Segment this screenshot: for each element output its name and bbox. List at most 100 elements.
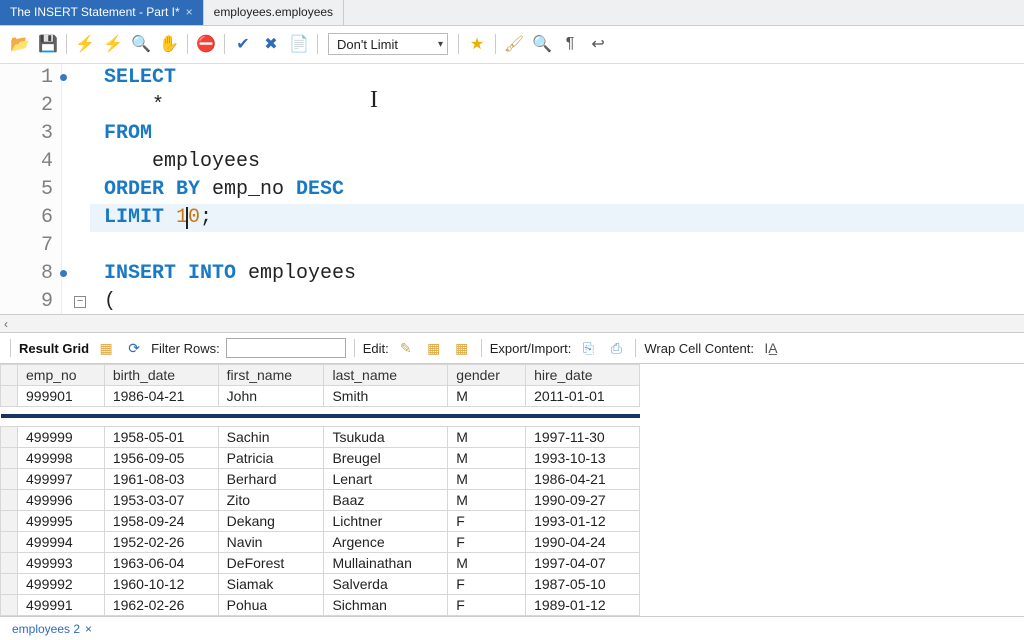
- beautify-icon[interactable]: 🖌: [502, 32, 526, 56]
- add-row-icon[interactable]: ▦: [423, 337, 445, 359]
- cell[interactable]: 1990-04-24: [526, 532, 640, 553]
- cell[interactable]: 1963-06-04: [104, 553, 218, 574]
- code-line[interactable]: LIMIT 10;: [104, 204, 1024, 232]
- cell[interactable]: Argence: [324, 532, 448, 553]
- cell[interactable]: 999901: [18, 386, 105, 407]
- cell[interactable]: Tsukuda: [324, 427, 448, 448]
- code-line[interactable]: INSERT INTO employees: [104, 260, 1024, 288]
- row-header[interactable]: [1, 448, 18, 469]
- column-header[interactable]: gender: [448, 365, 526, 386]
- close-icon[interactable]: ×: [186, 5, 193, 19]
- cell[interactable]: Sachin: [218, 427, 324, 448]
- code-line[interactable]: *: [104, 92, 1024, 120]
- cell[interactable]: 1997-11-30: [526, 427, 640, 448]
- cell[interactable]: Navin: [218, 532, 324, 553]
- cell[interactable]: Siamak: [218, 574, 324, 595]
- cell[interactable]: Lenart: [324, 469, 448, 490]
- cell[interactable]: M: [448, 427, 526, 448]
- table-row[interactable]: 4999931963-06-04DeForestMullainathanM199…: [1, 553, 640, 574]
- row-header[interactable]: [1, 469, 18, 490]
- cell[interactable]: 1956-09-05: [104, 448, 218, 469]
- cell[interactable]: 1993-01-12: [526, 511, 640, 532]
- toggle-autocommit-icon[interactable]: ⛔: [194, 32, 218, 56]
- cell[interactable]: 499998: [18, 448, 105, 469]
- row-limit-select[interactable]: Don't Limit ▾: [328, 33, 448, 55]
- cell[interactable]: F: [448, 595, 526, 616]
- delete-row-icon[interactable]: ▦: [451, 337, 473, 359]
- table-row[interactable]: 4999981956-09-05PatriciaBreugelM1993-10-…: [1, 448, 640, 469]
- execute-current-icon[interactable]: ⚡: [101, 32, 125, 56]
- cell[interactable]: 1989-01-12: [526, 595, 640, 616]
- cell[interactable]: 499995: [18, 511, 105, 532]
- cell[interactable]: M: [448, 469, 526, 490]
- cell[interactable]: Baaz: [324, 490, 448, 511]
- cell[interactable]: 499991: [18, 595, 105, 616]
- refresh-icon[interactable]: ⟳: [123, 337, 145, 359]
- cell[interactable]: 499993: [18, 553, 105, 574]
- cell[interactable]: F: [448, 511, 526, 532]
- cell[interactable]: 1997-04-07: [526, 553, 640, 574]
- cell[interactable]: 1993-10-13: [526, 448, 640, 469]
- cell[interactable]: 1986-04-21: [104, 386, 218, 407]
- cell[interactable]: 499994: [18, 532, 105, 553]
- find-icon[interactable]: 🔍: [530, 32, 554, 56]
- show-invisible-icon[interactable]: ¶: [558, 32, 582, 56]
- cell[interactable]: Zito: [218, 490, 324, 511]
- column-header[interactable]: hire_date: [526, 365, 640, 386]
- cell[interactable]: 1958-09-24: [104, 511, 218, 532]
- cell[interactable]: 1986-04-21: [526, 469, 640, 490]
- row-header[interactable]: [1, 427, 18, 448]
- horizontal-scrollbar[interactable]: ‹: [0, 314, 1024, 332]
- row-header[interactable]: [1, 511, 18, 532]
- table-row[interactable]: 9999011986-04-21JohnSmithM2011-01-01: [1, 386, 640, 407]
- cell[interactable]: John: [218, 386, 324, 407]
- cell[interactable]: Pohua: [218, 595, 324, 616]
- cell[interactable]: 2011-01-01: [526, 386, 640, 407]
- cell[interactable]: Salverda: [324, 574, 448, 595]
- column-header[interactable]: birth_date: [104, 365, 218, 386]
- result-grid[interactable]: emp_nobirth_datefirst_namelast_namegende…: [0, 364, 640, 616]
- cell[interactable]: 1960-10-12: [104, 574, 218, 595]
- cell[interactable]: Smith: [324, 386, 448, 407]
- row-header[interactable]: [1, 574, 18, 595]
- document-tab[interactable]: The INSERT Statement - Part I*×: [0, 0, 204, 25]
- cell[interactable]: 1961-08-03: [104, 469, 218, 490]
- edit-row-icon[interactable]: ✎: [395, 337, 417, 359]
- cell[interactable]: M: [448, 553, 526, 574]
- cell[interactable]: 1987-05-10: [526, 574, 640, 595]
- save-file-icon[interactable]: 💾: [36, 32, 60, 56]
- cell[interactable]: Sichman: [324, 595, 448, 616]
- code-line[interactable]: (: [104, 288, 1024, 315]
- commit-icon[interactable]: ✔: [231, 32, 255, 56]
- sql-editor[interactable]: −123456789SELECT *FROM employeesORDER BY…: [0, 64, 1024, 315]
- cell[interactable]: Lichtner: [324, 511, 448, 532]
- cell[interactable]: F: [448, 532, 526, 553]
- row-header[interactable]: [1, 595, 18, 616]
- cell[interactable]: M: [448, 448, 526, 469]
- import-icon[interactable]: ⎙: [605, 337, 627, 359]
- row-header[interactable]: [1, 490, 18, 511]
- code-line[interactable]: employees: [104, 148, 1024, 176]
- execute-icon[interactable]: ⚡: [73, 32, 97, 56]
- table-row[interactable]: 4999951958-09-24DekangLichtnerF1993-01-1…: [1, 511, 640, 532]
- stop-icon[interactable]: ✋: [157, 32, 181, 56]
- row-header[interactable]: [1, 532, 18, 553]
- cell[interactable]: Patricia: [218, 448, 324, 469]
- cell[interactable]: Berhard: [218, 469, 324, 490]
- table-row[interactable]: 4999941952-02-26NavinArgenceF1990-04-24: [1, 532, 640, 553]
- table-row[interactable]: 4999991958-05-01SachinTsukudaM1997-11-30: [1, 427, 640, 448]
- cell[interactable]: 1952-02-26: [104, 532, 218, 553]
- toggle-limit-icon[interactable]: 📄: [287, 32, 311, 56]
- result-tab[interactable]: employees 2 ×: [4, 620, 100, 638]
- cell[interactable]: 1990-09-27: [526, 490, 640, 511]
- cell[interactable]: Breugel: [324, 448, 448, 469]
- cell[interactable]: DeForest: [218, 553, 324, 574]
- row-header[interactable]: [1, 386, 18, 407]
- table-row[interactable]: 4999921960-10-12SiamakSalverdaF1987-05-1…: [1, 574, 640, 595]
- open-file-icon[interactable]: 📂: [8, 32, 32, 56]
- export-icon[interactable]: ⎘: [577, 337, 599, 359]
- table-row[interactable]: 4999961953-03-07ZitoBaazM1990-09-27: [1, 490, 640, 511]
- cell[interactable]: Dekang: [218, 511, 324, 532]
- code-line[interactable]: [104, 232, 1024, 260]
- wrap-cell-icon[interactable]: IA̲: [760, 337, 782, 359]
